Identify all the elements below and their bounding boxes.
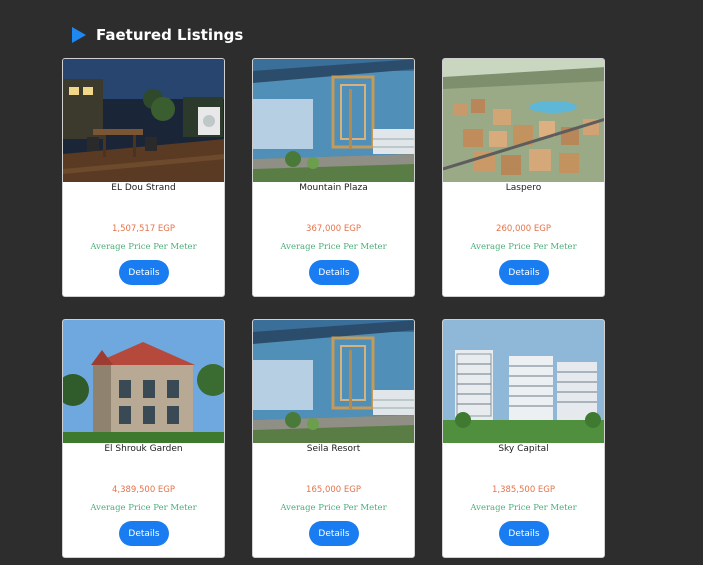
- average-price-label: Average Price Per Meter: [90, 503, 197, 513]
- average-price-label: Average Price Per Meter: [280, 503, 387, 513]
- average-price-label: Average Price Per Meter: [90, 242, 197, 252]
- listing-image[interactable]: [443, 320, 604, 443]
- listing-image[interactable]: [253, 59, 414, 182]
- details-button[interactable]: Details: [499, 521, 549, 546]
- listing-name: Laspero: [505, 183, 542, 193]
- listing-price: 367,000 EGP: [306, 224, 361, 234]
- listing-card: EL Dou Strand 1,507,517 EGP Average Pric…: [62, 58, 225, 297]
- listing-image[interactable]: [443, 59, 604, 182]
- details-button[interactable]: Details: [309, 521, 359, 546]
- listing-price: 1,385,500 EGP: [491, 485, 556, 495]
- listing-price: 260,000 EGP: [496, 224, 551, 234]
- listing-name: Seila Resort: [306, 444, 361, 454]
- details-button[interactable]: Details: [499, 260, 549, 285]
- listing-name: El Shrouk Garden: [104, 444, 183, 454]
- details-button[interactable]: Details: [119, 260, 169, 285]
- listing-card: El Shrouk Garden 4,389,500 EGP Average P…: [62, 319, 225, 558]
- listing-name: EL Dou Strand: [111, 183, 176, 193]
- average-price-label: Average Price Per Meter: [470, 242, 577, 252]
- details-button[interactable]: Details: [309, 260, 359, 285]
- details-button[interactable]: Details: [119, 521, 169, 546]
- listing-card: Seila Resort 165,000 EGP Average Price P…: [252, 319, 415, 558]
- listing-image[interactable]: [63, 59, 224, 182]
- listing-card: Laspero 260,000 EGP Average Price Per Me…: [442, 58, 605, 297]
- listing-price: 1,507,517 EGP: [111, 224, 176, 234]
- listing-name: Mountain Plaza: [299, 183, 368, 193]
- section-header: Faetured Listings: [72, 26, 243, 44]
- listing-image[interactable]: [253, 320, 414, 443]
- listing-price: 4,389,500 EGP: [111, 485, 176, 495]
- listing-card: Sky Capital 1,385,500 EGP Average Price …: [442, 319, 605, 558]
- listing-image[interactable]: [63, 320, 224, 443]
- listing-price: 165,000 EGP: [306, 485, 361, 495]
- play-triangle-icon: [72, 27, 86, 43]
- listing-name: Sky Capital: [498, 444, 549, 454]
- average-price-label: Average Price Per Meter: [470, 503, 577, 513]
- average-price-label: Average Price Per Meter: [280, 242, 387, 252]
- listing-card: Mountain Plaza 367,000 EGP Average Price…: [252, 58, 415, 297]
- section-title: Faetured Listings: [96, 26, 244, 44]
